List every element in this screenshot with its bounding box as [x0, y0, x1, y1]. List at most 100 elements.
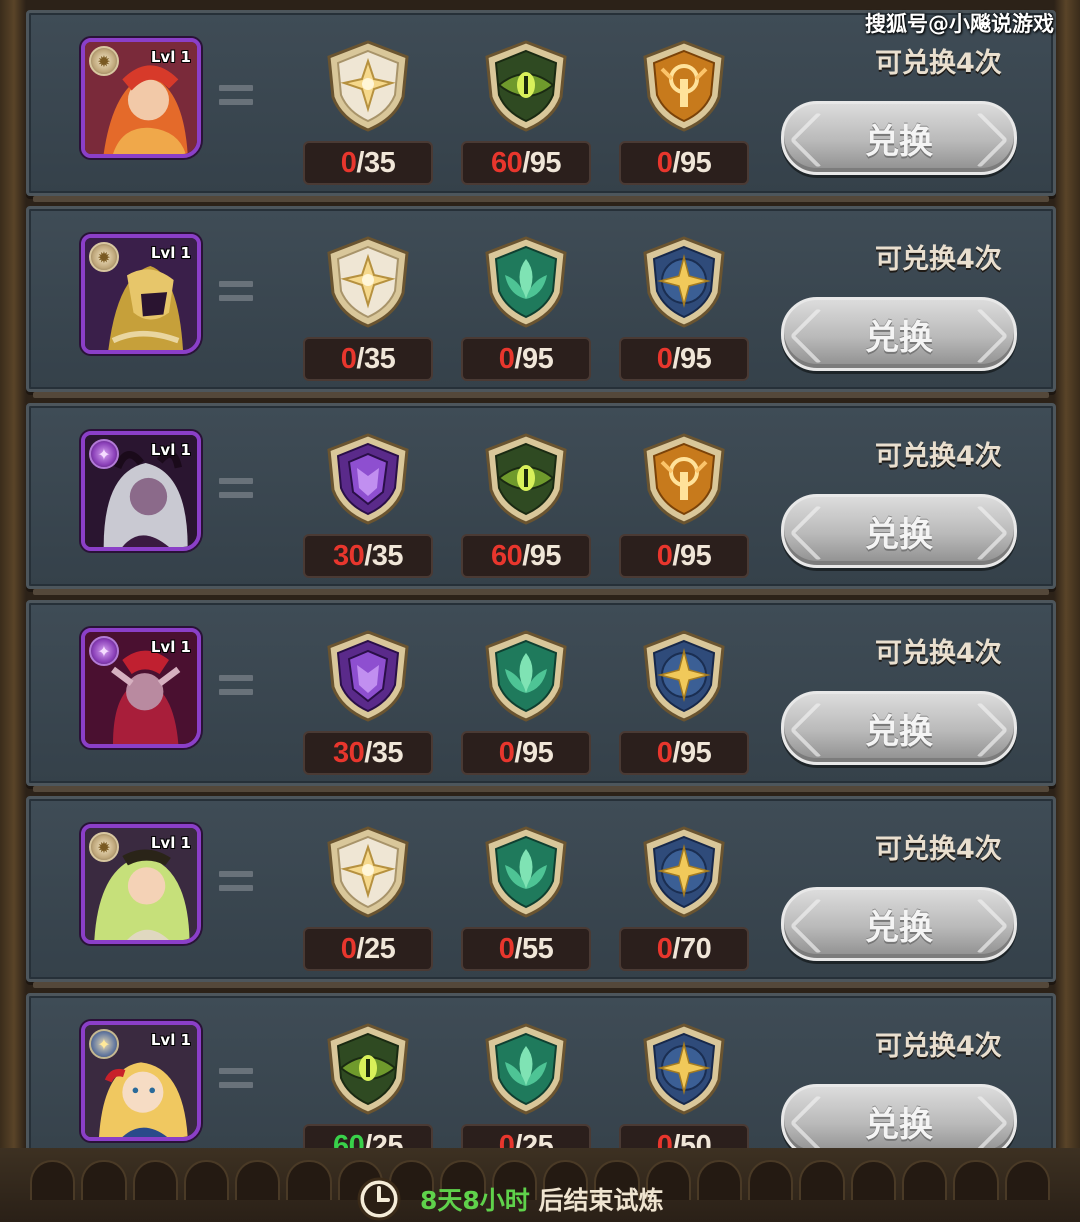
- exchange-row: ✹ Lvl 1 0/35: [26, 206, 1056, 398]
- item-required: /95: [514, 736, 554, 769]
- required-item[interactable]: 60/95: [461, 39, 591, 191]
- hero-portrait[interactable]: ✦ Lvl 1: [81, 431, 201, 551]
- hero-level: Lvl 1: [150, 834, 191, 852]
- exchange-button[interactable]: 兑换: [781, 1084, 1017, 1158]
- hero-level: Lvl 1: [150, 638, 191, 656]
- timer-remaining: 8天8小时: [420, 1186, 530, 1215]
- item-count: 60/95: [461, 141, 591, 185]
- hero-portrait[interactable]: ✦ Lvl 1: [81, 628, 201, 748]
- jade-lotus-emblem-icon: [479, 1022, 573, 1116]
- equals-icon: [219, 85, 253, 107]
- light-emblem-icon: [321, 39, 415, 133]
- ember-emblem-icon: [637, 432, 731, 526]
- equals-icon: [219, 871, 253, 893]
- item-count: 0/95: [619, 731, 749, 775]
- light-emblem-icon: [321, 825, 415, 919]
- item-owned: 60: [490, 146, 523, 179]
- equals-icon: [219, 1068, 253, 1090]
- item-owned: 0: [340, 342, 357, 375]
- item-required: /55: [514, 932, 554, 965]
- exchange-button[interactable]: 兑换: [781, 887, 1017, 961]
- jade-lotus-emblem-icon: [479, 825, 573, 919]
- required-item[interactable]: 0/25: [303, 825, 433, 977]
- equals-icon: [219, 281, 253, 303]
- item-owned: 0: [340, 932, 357, 965]
- hero-level: Lvl 1: [150, 48, 191, 66]
- wilder-eye-emblem-icon: [479, 39, 573, 133]
- trial-timer: 8天8小时 后结束试炼: [356, 1176, 664, 1222]
- item-count: 0/95: [619, 337, 749, 381]
- required-item[interactable]: 0/35: [303, 235, 433, 387]
- equals-icon: [219, 478, 253, 500]
- item-required: /70: [672, 932, 712, 965]
- item-owned: 30: [332, 736, 365, 769]
- star-emblem-icon: [637, 1022, 731, 1116]
- item-required: /95: [672, 146, 712, 179]
- exchange-button[interactable]: 兑换: [781, 297, 1017, 371]
- item-owned: 0: [656, 146, 673, 179]
- required-item[interactable]: 30/35: [303, 629, 433, 781]
- hero-level: Lvl 1: [150, 1031, 191, 1049]
- exchange-button-label: 兑换: [865, 317, 933, 358]
- item-owned: 0: [498, 932, 515, 965]
- item-owned: 30: [332, 539, 365, 572]
- item-count: 0/55: [461, 927, 591, 971]
- hero-level: Lvl 1: [150, 244, 191, 262]
- item-required: /95: [514, 342, 554, 375]
- void-emblem-icon: [321, 432, 415, 526]
- required-item[interactable]: 0/95: [461, 629, 591, 781]
- hero-portrait[interactable]: ✹ Lvl 1: [81, 234, 201, 354]
- item-count: 0/95: [619, 534, 749, 578]
- item-owned: 0: [656, 539, 673, 572]
- item-count: 30/35: [303, 731, 433, 775]
- required-item[interactable]: 0/95: [619, 235, 749, 387]
- exchange-remaining: 可兑换4次: [875, 1031, 1002, 1062]
- wilder-eye-emblem-icon: [479, 432, 573, 526]
- hero-portrait[interactable]: ✹ Lvl 1: [81, 38, 201, 158]
- exchange-button-label: 兑换: [865, 121, 933, 162]
- item-required: /95: [522, 539, 562, 572]
- hero-level: Lvl 1: [150, 441, 191, 459]
- equals-icon: [219, 675, 253, 697]
- item-owned: 0: [656, 932, 673, 965]
- hero-portrait[interactable]: ✹ Lvl 1: [81, 824, 201, 944]
- exchange-button[interactable]: 兑换: [781, 691, 1017, 765]
- required-item[interactable]: 0/55: [461, 825, 591, 977]
- item-required: /95: [522, 146, 562, 179]
- exchange-button-label: 兑换: [865, 1104, 933, 1145]
- required-item[interactable]: 0/95: [619, 629, 749, 781]
- clock-icon: [357, 1177, 401, 1221]
- item-required: /95: [672, 736, 712, 769]
- timer-suffix: 后结束试炼: [529, 1186, 664, 1215]
- exchange-button-label: 兑换: [865, 907, 933, 948]
- exchange-button[interactable]: 兑换: [781, 101, 1017, 175]
- item-count: 0/95: [619, 141, 749, 185]
- hero-portrait[interactable]: ✦ Lvl 1: [81, 1021, 201, 1141]
- exchange-row: ✦ Lvl 1 30/35: [26, 600, 1056, 792]
- item-required: /95: [672, 342, 712, 375]
- required-item[interactable]: 0/35: [303, 39, 433, 191]
- required-item[interactable]: 0/95: [619, 432, 749, 584]
- light-faction-icon: ✹: [89, 242, 119, 272]
- exchange-row: ✦ Lvl 1 30/35: [26, 403, 1056, 595]
- dark-faction-icon: ✦: [89, 636, 119, 666]
- item-required: /35: [364, 736, 404, 769]
- wilder-eye-emblem-icon: [321, 1022, 415, 1116]
- required-item[interactable]: 0/95: [461, 235, 591, 387]
- jade-lotus-emblem-icon: [479, 629, 573, 723]
- required-item[interactable]: 60/95: [461, 432, 591, 584]
- watermark: 搜狐号@小飚说游戏: [865, 12, 1054, 36]
- void-emblem-icon: [321, 629, 415, 723]
- item-required: /95: [672, 539, 712, 572]
- jade-lotus-emblem-icon: [479, 235, 573, 329]
- item-owned: 0: [656, 342, 673, 375]
- light-faction-icon: ✹: [89, 46, 119, 76]
- light-faction-icon: ✹: [89, 832, 119, 862]
- exchange-button-label: 兑换: [865, 514, 933, 555]
- required-item[interactable]: 0/95: [619, 39, 749, 191]
- required-item[interactable]: 30/35: [303, 432, 433, 584]
- exchange-remaining: 可兑换4次: [875, 834, 1002, 865]
- exchange-button[interactable]: 兑换: [781, 494, 1017, 568]
- required-item[interactable]: 0/70: [619, 825, 749, 977]
- item-count: 0/95: [461, 337, 591, 381]
